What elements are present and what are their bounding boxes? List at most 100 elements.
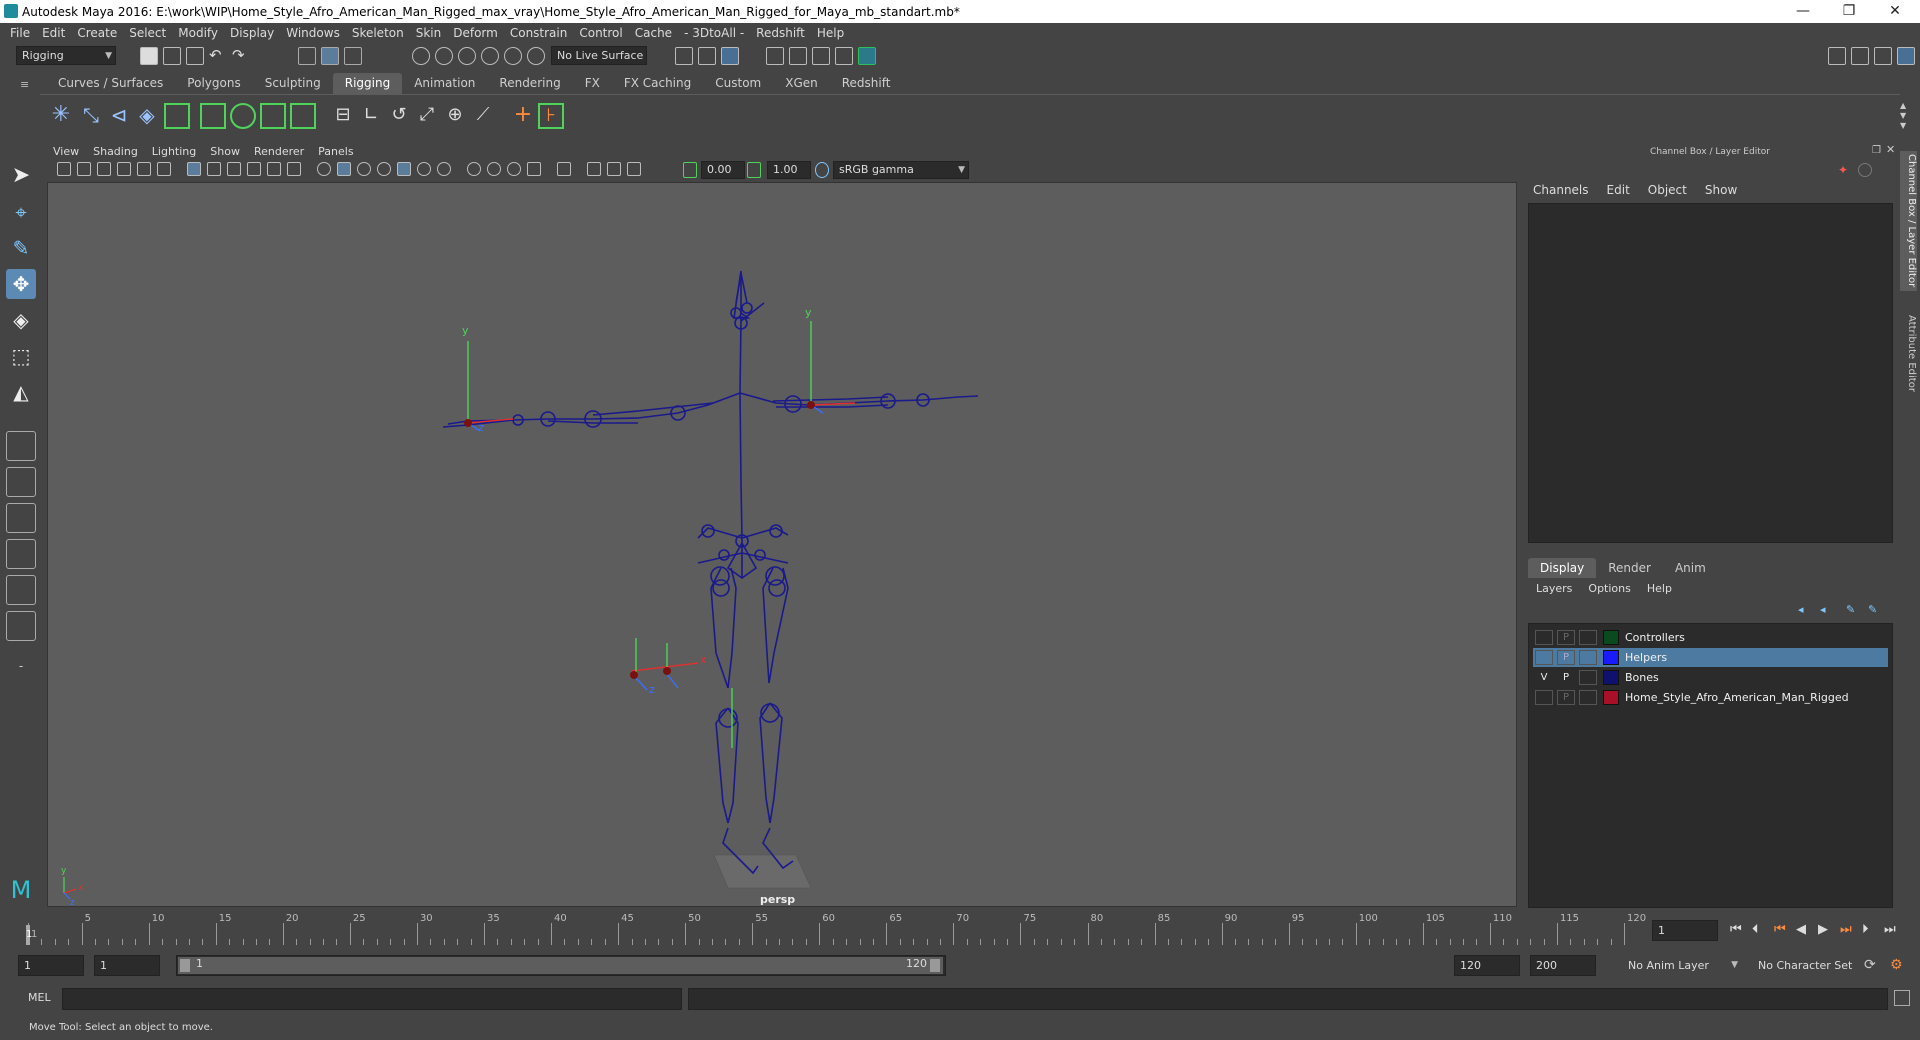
tab-xgen[interactable]: XGen bbox=[773, 73, 830, 94]
cluster-icon[interactable] bbox=[290, 103, 316, 129]
animation-preferences-icon[interactable]: ⚙ bbox=[1890, 957, 1903, 973]
scale-constraint-icon[interactable]: ⤢ bbox=[414, 103, 440, 129]
ipr-render-icon[interactable] bbox=[812, 47, 830, 65]
layer-color-swatch[interactable] bbox=[1603, 670, 1619, 685]
xray-icon[interactable] bbox=[587, 162, 601, 176]
use-all-lights-icon[interactable] bbox=[417, 162, 431, 176]
layer-row[interactable]: P Controllers bbox=[1533, 628, 1888, 647]
range-slider-start-handle[interactable] bbox=[180, 959, 190, 972]
joint-tool-icon[interactable]: ✳ bbox=[48, 103, 74, 129]
new-layer-icon[interactable]: ✎ bbox=[1846, 603, 1855, 616]
bind-skin-icon[interactable] bbox=[200, 103, 226, 129]
exposure-icon[interactable] bbox=[683, 162, 697, 178]
input-output-icon[interactable] bbox=[675, 47, 693, 65]
bookmark-icon[interactable] bbox=[97, 162, 111, 176]
tool-settings-toggle-icon[interactable] bbox=[1874, 47, 1892, 65]
paint-select-icon[interactable]: ✎ bbox=[6, 233, 36, 263]
wireframe-icon[interactable] bbox=[317, 162, 331, 176]
menu-create[interactable]: Create bbox=[77, 26, 117, 40]
menu-help[interactable]: Help bbox=[817, 26, 844, 40]
skeleton-rig[interactable]: y y z x z y x z bbox=[48, 183, 1517, 907]
menu-display[interactable]: Display bbox=[230, 26, 274, 40]
script-editor-icon[interactable] bbox=[1894, 990, 1910, 1006]
outliner-layout-icon[interactable] bbox=[6, 575, 36, 605]
depth-of-field-icon[interactable] bbox=[527, 162, 541, 176]
persp-graph-layout-icon[interactable] bbox=[6, 539, 36, 569]
menu-3dtoall[interactable]: - 3DtoAll - bbox=[684, 26, 744, 40]
play-backwards-icon[interactable]: ◀ bbox=[1796, 922, 1806, 937]
go-to-end-icon[interactable]: ⏭ bbox=[1884, 922, 1896, 937]
play-forwards-icon[interactable]: ▶ bbox=[1818, 922, 1828, 937]
menu-constrain[interactable]: Constrain bbox=[510, 26, 568, 40]
snap-view-plane-icon[interactable] bbox=[504, 47, 522, 65]
hypershade-layout-icon[interactable] bbox=[6, 611, 36, 641]
layer-visibility-toggle[interactable]: V bbox=[1535, 670, 1553, 685]
scene-start-field[interactable]: 1 bbox=[18, 955, 84, 976]
snap-projected-center-icon[interactable] bbox=[481, 47, 499, 65]
select-hierarchy-icon[interactable] bbox=[298, 47, 316, 65]
lasso-tool-icon[interactable]: ⌖ bbox=[6, 197, 36, 227]
ik-handle-icon[interactable]: ⤡ bbox=[78, 103, 104, 129]
view-transform-dropdown[interactable]: sRGB gamma ▼ bbox=[833, 161, 969, 179]
make-live-icon[interactable] bbox=[527, 47, 545, 65]
render-view-icon[interactable] bbox=[766, 47, 784, 65]
exposure-field[interactable]: 0.00 bbox=[701, 161, 745, 179]
persp-outliner-layout-icon[interactable] bbox=[6, 503, 36, 533]
shelf-scroll-icon[interactable]: ▲ ▼ ▼ bbox=[1900, 101, 1906, 131]
shadows-icon[interactable] bbox=[437, 162, 451, 176]
camera-attributes-icon[interactable] bbox=[77, 162, 91, 176]
aim-constraint-icon[interactable]: ⊕ bbox=[442, 103, 468, 129]
move-layer-up-icon[interactable]: ◂ bbox=[1798, 603, 1804, 616]
viewport-menu-panels[interactable]: Panels bbox=[318, 145, 353, 158]
layer-visibility-toggle[interactable] bbox=[1535, 690, 1553, 705]
render-globals-icon[interactable] bbox=[835, 47, 853, 65]
image-plane-icon[interactable] bbox=[117, 162, 131, 176]
layer-display-type-toggle[interactable] bbox=[1579, 650, 1597, 665]
select-tool-icon[interactable]: ➤ bbox=[6, 161, 36, 191]
redo-icon[interactable]: ↷ bbox=[232, 47, 250, 65]
step-back-icon[interactable]: ⏴ bbox=[1752, 922, 1759, 937]
viewport-menu-show[interactable]: Show bbox=[210, 145, 240, 158]
layer-playback-toggle[interactable]: P bbox=[1557, 650, 1575, 665]
tab-fx[interactable]: FX bbox=[573, 73, 612, 94]
viewport-menu-shading[interactable]: Shading bbox=[93, 145, 138, 158]
humanik-icon[interactable]: ◈ bbox=[134, 103, 160, 129]
rotate-tool-icon[interactable]: ◈ bbox=[6, 305, 36, 335]
channel-box-menu-object[interactable]: Object bbox=[1648, 183, 1687, 197]
layer-display-type-toggle[interactable] bbox=[1579, 630, 1597, 645]
tab-display[interactable]: Display bbox=[1528, 558, 1597, 578]
menu-cache[interactable]: Cache bbox=[635, 26, 672, 40]
layer-row[interactable]: P Helpers bbox=[1533, 648, 1888, 667]
grease-pencil-icon[interactable] bbox=[157, 162, 171, 176]
render-settings-icon[interactable] bbox=[721, 47, 739, 65]
parent-constraint-icon[interactable]: ⊦ bbox=[538, 103, 564, 129]
menu-skeleton[interactable]: Skeleton bbox=[352, 26, 404, 40]
resolution-gate-icon[interactable] bbox=[227, 162, 241, 176]
menu-control[interactable]: Control bbox=[579, 26, 622, 40]
anti-aliasing-icon[interactable] bbox=[507, 162, 521, 176]
channel-box-menu-channels[interactable]: Channels bbox=[1533, 183, 1589, 197]
default-material-icon[interactable] bbox=[357, 162, 371, 176]
backface-culling-icon[interactable] bbox=[627, 162, 641, 176]
layer-menu-help[interactable]: Help bbox=[1647, 582, 1672, 595]
minimize-button[interactable]: — bbox=[1780, 0, 1826, 23]
time-slider[interactable]: 1 5 10 15 20 25 30 35 40 45 50 55 60 65 70 75 80 85 90 95 10… bbox=[24, 911, 1646, 945]
locator-icon[interactable]: + bbox=[510, 103, 536, 129]
layer-row[interactable]: P Home_Style_Afro_American_Man_Rigged bbox=[1533, 688, 1888, 707]
tab-custom[interactable]: Custom bbox=[703, 73, 773, 94]
side-tab-attribute-editor[interactable]: Attribute Editor bbox=[1900, 303, 1917, 403]
hypershade-icon[interactable] bbox=[858, 47, 876, 65]
menu-edit[interactable]: Edit bbox=[42, 26, 65, 40]
screen-space-ao-icon[interactable] bbox=[467, 162, 481, 176]
playback-end-field[interactable]: 120 bbox=[1454, 955, 1520, 976]
channel-box-menu-show[interactable]: Show bbox=[1705, 183, 1737, 197]
tab-fx-caching[interactable]: FX Caching bbox=[612, 73, 703, 94]
range-slider-bar[interactable] bbox=[178, 957, 943, 974]
isolate-select-icon[interactable] bbox=[557, 162, 571, 176]
channel-box-toggle-icon[interactable] bbox=[1897, 47, 1915, 65]
attribute-editor-toggle-icon[interactable] bbox=[1851, 47, 1869, 65]
side-tab-channel-box[interactable]: Channel Box / Layer Editor bbox=[1900, 151, 1917, 291]
lattice-icon[interactable] bbox=[260, 103, 286, 129]
smooth-bind-icon[interactable] bbox=[230, 103, 256, 129]
ik-spline-icon[interactable]: ⊲ bbox=[106, 103, 132, 129]
